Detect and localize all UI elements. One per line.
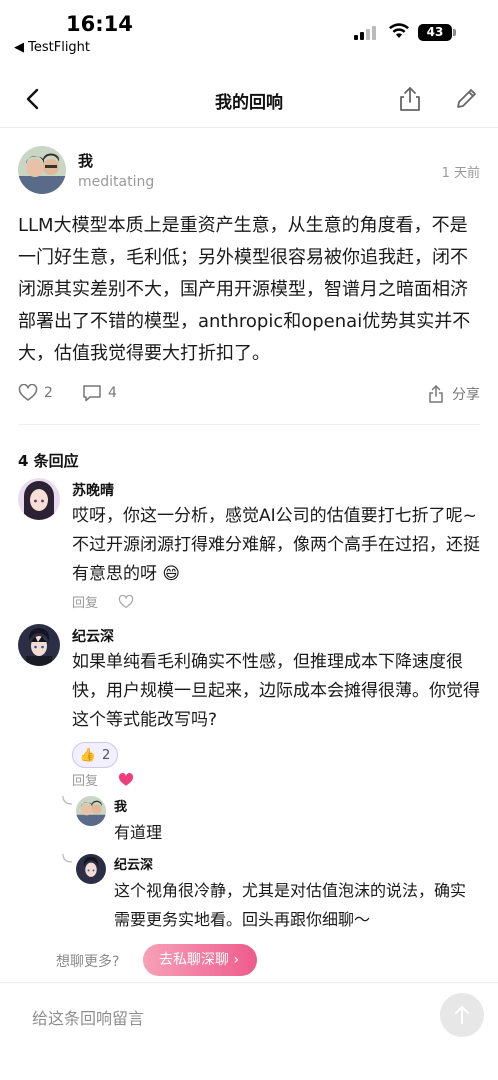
- edit-pencil-icon[interactable]: [452, 84, 480, 114]
- thread-connector-icon: [62, 854, 73, 863]
- thumbs-up-icon: 👍: [79, 747, 96, 763]
- battery-icon: 43: [418, 24, 452, 41]
- sub-reply-item: 纪云深 这个视角很冷静，尤其是对估值泡沫的说法，确实需要更务实地看。回头再跟你细…: [62, 854, 480, 934]
- reply-avatar[interactable]: [18, 478, 60, 520]
- back-to-testflight-link[interactable]: ◀ TestFlight: [14, 40, 90, 55]
- battery-nub: [453, 29, 456, 36]
- nav-bar: 我的回响: [0, 70, 498, 128]
- heart-outline-icon[interactable]: [118, 594, 134, 609]
- sub-reply-text: 有道理: [114, 823, 163, 842]
- send-button[interactable]: [440, 993, 484, 1037]
- post-body: LLM大模型本质上是重资产生意，从生意的角度看，不是一门好生意，毛利低；另外模型…: [18, 215, 471, 364]
- cellular-signal-icon: [354, 26, 376, 40]
- comment-button[interactable]: 4: [82, 384, 117, 402]
- reply-author-name[interactable]: 苏晚晴: [72, 480, 114, 500]
- author-avatar[interactable]: [18, 146, 66, 194]
- private-chat-cta: 想聊更多? 去私聊深聊 ›: [0, 944, 498, 976]
- reaction-chip[interactable]: 👍 2: [72, 742, 118, 768]
- reply-item: 苏晚晴 哎呀，你这一分析，感觉AI公司的估值要打七折了呢~ 不过开源闭源打得难分…: [18, 478, 480, 613]
- reply-button[interactable]: 回复: [72, 592, 98, 611]
- reply-text: 如果单纯看毛利确实不性感，但推理成本下降速度很快，用户规模一旦起来，边际成本会摊…: [72, 652, 480, 730]
- arrow-up-icon: [455, 1006, 469, 1024]
- sub-reply-author-name[interactable]: 纪云深: [114, 854, 153, 873]
- like-count: 2: [44, 385, 53, 401]
- post-timestamp: 1 天前: [441, 166, 480, 181]
- share-label: 分享: [452, 387, 480, 403]
- wifi-icon: [389, 23, 409, 38]
- post-header: 我 meditating 1 天前: [18, 146, 480, 196]
- divider: [18, 424, 480, 425]
- sub-reply-item: 我 有道理: [62, 796, 480, 846]
- private-chat-button[interactable]: 去私聊深聊 ›: [143, 944, 257, 976]
- sub-reply-text: 这个视角很冷静，尤其是对估值泡沫的说法，确实需要更务实地看。回头再跟你细聊～: [114, 881, 467, 929]
- comment-bubble-icon: [83, 385, 101, 402]
- sub-reply-avatar[interactable]: [76, 796, 106, 826]
- reply-button[interactable]: 回复: [72, 770, 98, 789]
- post-actions: 2 4 分享: [18, 382, 480, 410]
- heart-filled-icon[interactable]: [118, 772, 134, 787]
- status-bar: 16:14 ◀ TestFlight 43: [0, 0, 498, 62]
- reply-meta: 回复: [72, 592, 134, 611]
- share-icon[interactable]: [396, 84, 424, 114]
- reply-avatar[interactable]: [18, 624, 60, 666]
- replies-count-heading: 4 条回应: [18, 452, 79, 470]
- comment-count: 4: [108, 385, 117, 401]
- thread-connector-icon: [62, 796, 73, 805]
- cta-prompt: 想聊更多?: [56, 954, 120, 970]
- reply-author-name[interactable]: 纪云深: [72, 626, 114, 646]
- reply-item: 纪云深 如果单纯看毛利确实不性感，但推理成本下降速度很快，用户规模一旦起来，边际…: [18, 624, 480, 794]
- author-subtitle: meditating: [78, 174, 155, 190]
- sub-reply-author-name[interactable]: 我: [114, 796, 127, 815]
- comment-bar: 给这条回响留言: [0, 982, 498, 1080]
- reply-text: 哎呀，你这一分析，感觉AI公司的估值要打七折了呢~ 不过开源闭源打得难分难解，像…: [72, 506, 480, 584]
- heart-outline-icon: [18, 384, 38, 401]
- like-button[interactable]: 2: [18, 384, 53, 402]
- share-icon: [429, 385, 443, 403]
- reaction-count: 2: [101, 747, 111, 763]
- status-time: 16:14: [66, 12, 133, 36]
- sub-reply-avatar[interactable]: [76, 854, 106, 884]
- author-name[interactable]: 我: [78, 150, 93, 171]
- share-button[interactable]: 分享: [428, 384, 480, 404]
- reply-meta: 回复: [72, 770, 134, 789]
- comment-input[interactable]: 给这条回响留言: [32, 1005, 144, 1029]
